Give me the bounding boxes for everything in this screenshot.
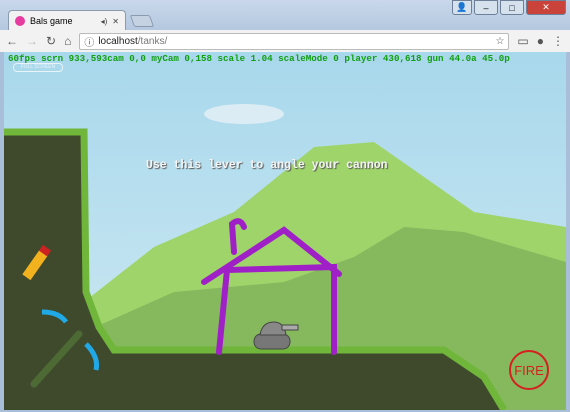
info-icon: ⓘ <box>84 37 95 49</box>
close-window-button[interactable]: ✕ <box>526 0 566 15</box>
menu-icon[interactable]: ⋮ <box>552 34 564 48</box>
fullscreen-button[interactable]: FULL SCREEN <box>13 63 63 72</box>
home-icon[interactable]: ⌂ <box>64 34 71 48</box>
back-icon[interactable]: ← <box>6 34 18 48</box>
browser-toolbar: ← → ↻ ⌂ ⓘ localhost/tanks/ ☆ ▭ ● ⋮ <box>0 30 570 52</box>
fire-button[interactable]: FIRE <box>509 350 549 390</box>
maximize-button[interactable]: □ <box>500 0 524 15</box>
debug-overlay: 60fps scrn 933,593cam 0,0 myCam 0,158 sc… <box>8 53 510 64</box>
reload-icon[interactable]: ↻ <box>46 34 56 48</box>
tutorial-hint: Use this lever to angle your cannon <box>146 159 388 172</box>
favicon-icon <box>15 16 25 26</box>
game-scene <box>4 104 566 410</box>
minimize-button[interactable]: – <box>474 0 498 15</box>
cast-icon[interactable]: ▭ <box>517 34 528 48</box>
window-titlebar: Bals game ◂) ✕ 👤 – □ ✕ <box>0 0 570 31</box>
browser-tab[interactable]: Bals game ◂) ✕ <box>8 10 126 31</box>
tab-title: Bals game <box>30 16 73 26</box>
user-icon[interactable]: 👤 <box>452 0 472 15</box>
address-path: /tanks/ <box>137 35 168 47</box>
cloud <box>204 104 284 124</box>
extension-icon[interactable]: ● <box>537 34 544 48</box>
bookmark-star-icon[interactable]: ☆ <box>495 36 504 47</box>
forward-icon[interactable]: → <box>26 34 38 48</box>
speaker-icon[interactable]: ◂) <box>101 17 108 26</box>
close-tab-icon[interactable]: ✕ <box>112 17 119 26</box>
new-tab-button[interactable] <box>129 15 155 27</box>
address-host: localhost <box>98 35 138 47</box>
game-canvas[interactable]: 60fps scrn 933,593cam 0,0 myCam 0,158 sc… <box>4 52 566 410</box>
address-bar[interactable]: ⓘ localhost/tanks/ ☆ <box>79 32 510 50</box>
